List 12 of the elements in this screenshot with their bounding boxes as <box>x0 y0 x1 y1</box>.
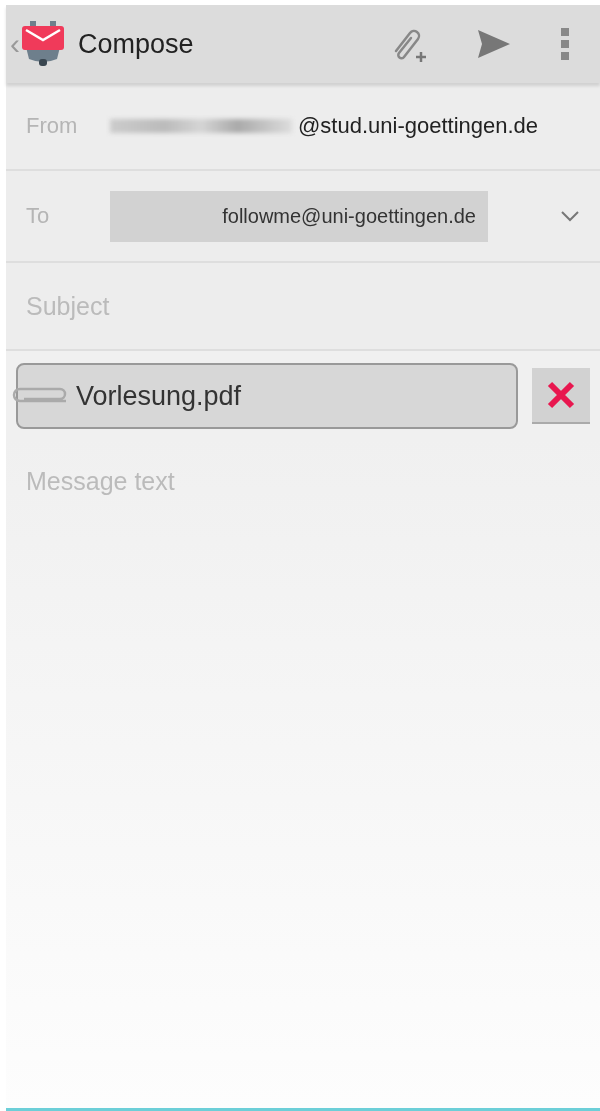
sender-address: @stud.uni-goettingen.de <box>298 113 539 139</box>
remove-attachment-button[interactable] <box>532 368 590 424</box>
attachment-name: Vorlesung.pdf <box>76 380 242 412</box>
close-icon <box>546 380 576 410</box>
to-label: To <box>26 203 51 229</box>
more-icon[interactable] <box>560 27 570 61</box>
from-label: From <box>26 113 79 139</box>
app-logo-icon <box>22 21 64 67</box>
recipient-chip[interactable]: followme@uni-goettingen.de <box>110 190 488 242</box>
chevron-down-icon[interactable] <box>560 210 580 222</box>
screen-title: Compose <box>78 28 194 60</box>
send-icon[interactable] <box>476 28 512 60</box>
